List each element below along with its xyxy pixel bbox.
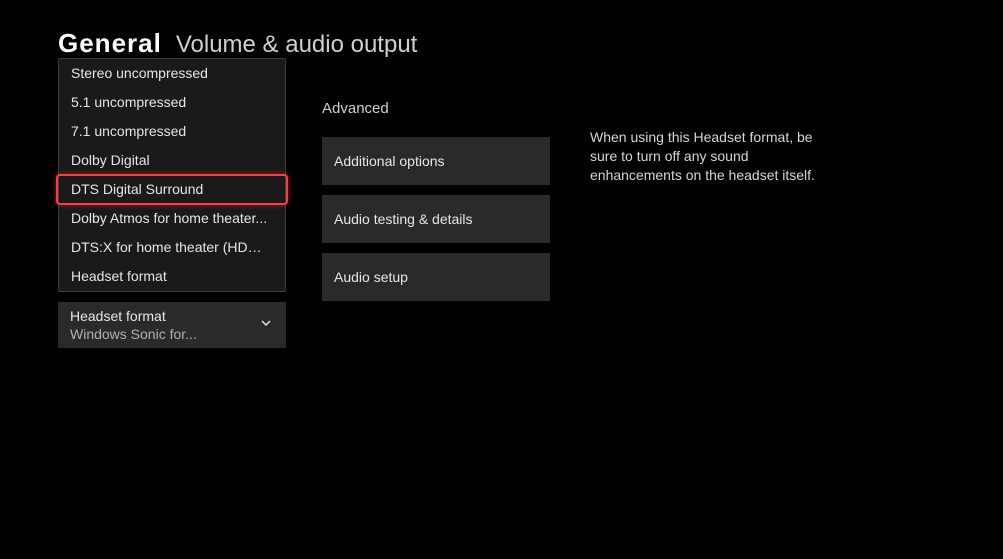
headset-format-value: Windows Sonic for... <box>70 326 250 342</box>
dropdown-option-stereo-uncompressed[interactable]: Stereo uncompressed <box>59 59 285 88</box>
dropdown-option-dolby-digital[interactable]: Dolby Digital <box>59 146 285 175</box>
dropdown-option-dolby-atmos-home-theater[interactable]: Dolby Atmos for home theater... <box>59 204 285 233</box>
left-column: Stereo uncompressed 5.1 uncompressed 7.1… <box>58 58 286 348</box>
audio-testing-details-button[interactable]: Audio testing & details <box>322 195 550 243</box>
dropdown-option-headset-format[interactable]: Headset format <box>59 262 285 291</box>
advanced-section-title: Advanced <box>322 100 550 117</box>
additional-options-button[interactable]: Additional options <box>322 137 550 185</box>
help-column: When using this Headset format, be sure … <box>590 128 815 185</box>
help-text: When using this Headset format, be sure … <box>590 128 815 185</box>
headset-format-label: Headset format <box>70 308 250 324</box>
chevron-down-icon <box>260 316 272 334</box>
audio-setup-button[interactable]: Audio setup <box>322 253 550 301</box>
page-title: Volume & audio output <box>176 31 418 59</box>
dropdown-option-dts-digital-surround[interactable]: DTS Digital Surround <box>56 174 288 205</box>
dropdown-option-5-1-uncompressed[interactable]: 5.1 uncompressed <box>59 88 285 117</box>
headset-format-select[interactable]: Headset format Windows Sonic for... <box>58 302 286 348</box>
page-header: General Volume & audio output <box>0 0 1003 59</box>
breadcrumb-section: General <box>58 28 162 59</box>
audio-format-dropdown-list: Stereo uncompressed 5.1 uncompressed 7.1… <box>58 58 286 292</box>
dropdown-option-dtsx-home-theater[interactable]: DTS:X for home theater (HDMI... <box>59 233 285 262</box>
advanced-column: Advanced Additional options Audio testin… <box>322 100 550 311</box>
dropdown-option-7-1-uncompressed[interactable]: 7.1 uncompressed <box>59 117 285 146</box>
